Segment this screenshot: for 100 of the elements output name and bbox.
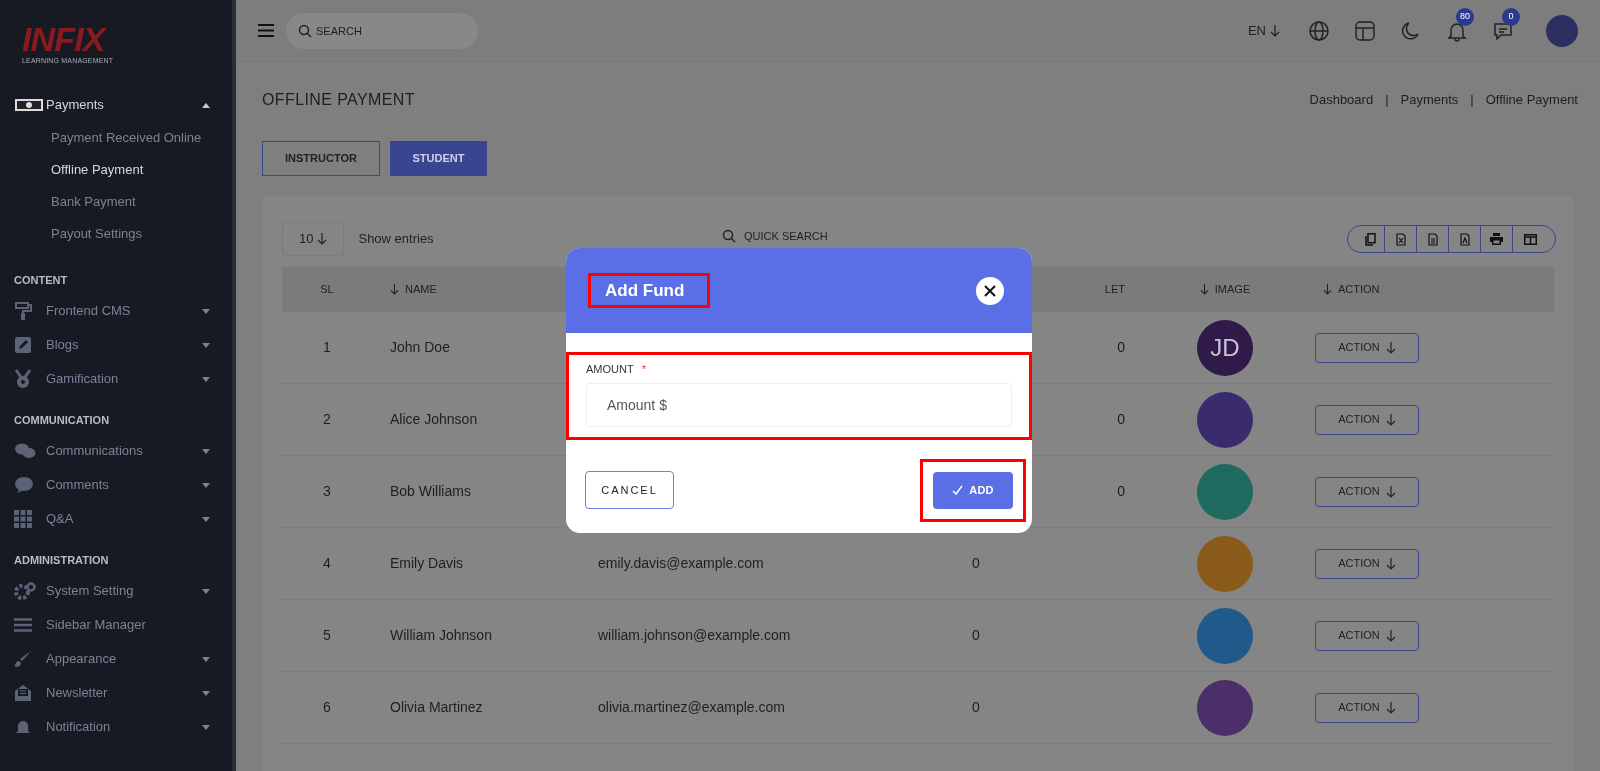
- table-cell-text: 0: [1117, 482, 1125, 501]
- menu-icon: [14, 618, 32, 632]
- edit-icon: [14, 336, 32, 354]
- field-label: AMOUNT *: [586, 361, 1012, 378]
- table-cell-text: 4: [323, 554, 331, 573]
- newsletter-icon: [14, 684, 32, 702]
- search-icon: [298, 23, 312, 38]
- action-button[interactable]: ACTION: [1315, 332, 1419, 363]
- breadcrumb-link[interactable]: Payments: [1400, 90, 1459, 110]
- table-cell: 0: [972, 699, 980, 715]
- table-cell-text: 3: [323, 482, 331, 501]
- excel-file-icon: [1395, 232, 1406, 246]
- action-button[interactable]: ACTION: [1315, 476, 1419, 507]
- arrow-down-icon: [1385, 413, 1396, 426]
- sidebar-item[interactable]: System Setting: [0, 574, 232, 608]
- required-mark: *: [641, 362, 646, 377]
- globe-icon[interactable]: [1308, 19, 1330, 42]
- sidebar-item[interactable]: Communications: [0, 434, 232, 468]
- submenu-item[interactable]: Payout Settings: [0, 218, 232, 250]
- arrow-down-icon: [1385, 557, 1396, 570]
- sidebar-item[interactable]: Notification: [0, 710, 232, 744]
- search-field[interactable]: SEARCH: [286, 12, 478, 49]
- table-cell-text: 6: [323, 698, 331, 717]
- page-title: OFFLINE PAYMENT: [262, 90, 415, 110]
- column-header[interactable]: IMAGE: [1199, 281, 1251, 298]
- table-cell-text: 0: [1117, 338, 1125, 357]
- table-cell: John Doe: [390, 339, 450, 355]
- tab[interactable]: STUDENT: [390, 141, 487, 176]
- table-cell: 0: [972, 627, 980, 643]
- medal-icon: [14, 369, 32, 389]
- sidebar-item[interactable]: Q&A: [0, 502, 232, 536]
- sidebar-item[interactable]: Appearance: [0, 642, 232, 676]
- action-button[interactable]: ACTION: [1315, 404, 1419, 435]
- sidebar-item[interactable]: Frontend CMS: [0, 294, 232, 328]
- action-button[interactable]: ACTION: [1315, 692, 1419, 723]
- chat-icon: [14, 442, 36, 460]
- search-icon: [722, 229, 736, 243]
- section-heading: ADMINISTRATION: [13, 552, 110, 568]
- column-header[interactable]: NAME: [390, 281, 437, 298]
- sidebar-item[interactable]: Newsletter: [0, 676, 232, 710]
- column-header[interactable]: ACTION: [1323, 281, 1380, 298]
- action-button[interactable]: ACTION: [1315, 620, 1419, 651]
- table-cell: Alice Johnson: [390, 411, 478, 427]
- sidebar-item[interactable]: Payments: [0, 88, 232, 122]
- sidebar-item[interactable]: Gamification: [0, 362, 232, 396]
- tab[interactable]: INSTRUCTOR: [262, 141, 380, 176]
- add-button[interactable]: ADD: [933, 471, 1013, 509]
- submenu-item[interactable]: Offline Payment: [0, 154, 232, 186]
- column-header[interactable]: LET: [1104, 281, 1125, 298]
- layout-icon[interactable]: [1354, 19, 1376, 42]
- cancel-button[interactable]: CANCEL: [585, 471, 674, 509]
- message-count: 0: [1502, 7, 1520, 26]
- copy-icon: [1364, 232, 1376, 246]
- sidebar-item[interactable]: Sidebar Manager: [0, 608, 232, 642]
- table-cell-text: 5: [323, 626, 331, 645]
- submenu-item[interactable]: Payment Received Online: [0, 122, 232, 154]
- action-button[interactable]: ACTION: [1315, 548, 1419, 579]
- moon-icon[interactable]: [1400, 19, 1422, 42]
- arrow-down-icon: [1385, 701, 1396, 714]
- close-button[interactable]: [976, 276, 1004, 305]
- table-cell-text: 1: [323, 338, 331, 357]
- arrow-down-icon: [1385, 629, 1396, 642]
- columns-icon: [1523, 233, 1537, 245]
- money-icon: [14, 98, 44, 112]
- paint-roller-icon: [14, 301, 34, 321]
- quick-search-field[interactable]: QUICK SEARCH: [744, 227, 864, 245]
- printer-icon: [1490, 233, 1503, 245]
- table-cell: olivia.martinez@example.com: [598, 699, 785, 715]
- column-header[interactable]: SL: [320, 281, 334, 298]
- arrow-down-icon: [1385, 341, 1396, 354]
- language-selector[interactable]: EN: [1247, 20, 1280, 41]
- table-cell-text: 2: [323, 410, 331, 429]
- comment-icon: [14, 476, 34, 494]
- breadcrumb-separator: |: [1385, 91, 1389, 110]
- notification-count: 80: [1456, 7, 1474, 26]
- table-cell: Bob Williams: [390, 483, 471, 499]
- amount-field[interactable]: Amount $: [586, 382, 1012, 427]
- avatar: JD: [1197, 319, 1253, 376]
- menu-icon[interactable]: [258, 24, 274, 37]
- photo-placeholder: [1197, 463, 1253, 520]
- breadcrumb-separator: |: [1470, 91, 1474, 110]
- breadcrumb-link[interactable]: Dashboard: [1309, 90, 1374, 110]
- table-cell-text: 0: [1117, 410, 1125, 429]
- arrow-down-icon: [1270, 24, 1280, 37]
- check-icon: [952, 485, 964, 495]
- grid-icon: [14, 510, 32, 528]
- page-size-selector[interactable]: 10: [282, 222, 345, 256]
- close-icon: [984, 284, 996, 297]
- table-cell: Olivia Martinez: [390, 699, 483, 715]
- breadcrumb-link[interactable]: Offline Payment: [1485, 90, 1578, 110]
- table-cell: william.johnson@example.com: [598, 627, 791, 643]
- brush-icon: [14, 650, 32, 668]
- submenu-item[interactable]: Bank Payment: [0, 186, 232, 218]
- arrow-down-icon: [317, 233, 328, 245]
- dialog-title: Add Fund: [588, 273, 710, 308]
- user-avatar[interactable]: [1546, 14, 1578, 47]
- sidebar-item[interactable]: Comments: [0, 468, 232, 502]
- logo-wordmark: INFIX: [22, 24, 108, 54]
- show-entries-label: Show entries: [358, 230, 434, 249]
- sidebar-item[interactable]: Blogs: [0, 328, 232, 362]
